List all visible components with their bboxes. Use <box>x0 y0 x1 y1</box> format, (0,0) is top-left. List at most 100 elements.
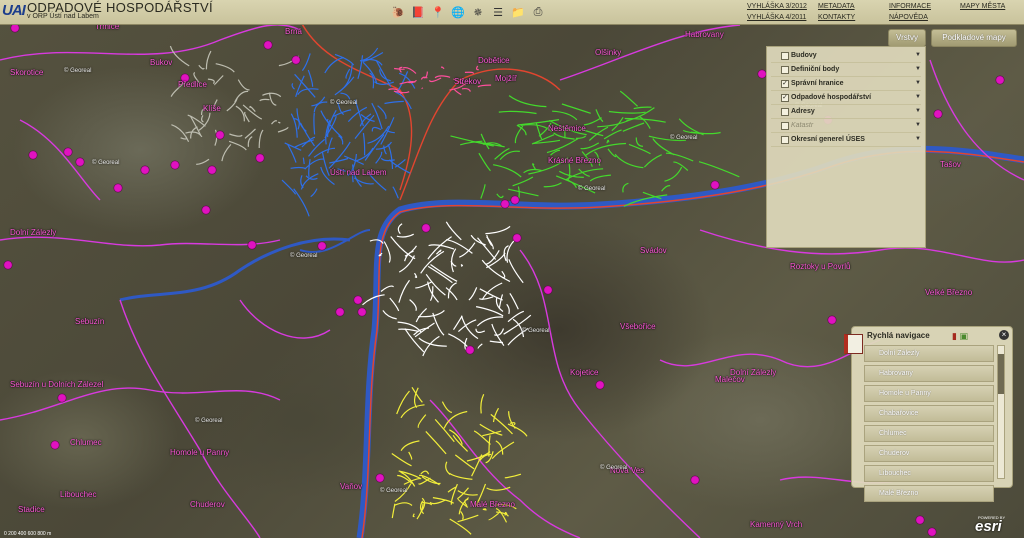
waste-point[interactable] <box>57 393 67 403</box>
street-green <box>498 110 537 115</box>
waste-point[interactable] <box>263 40 273 50</box>
link-vyhlaska-2012[interactable]: VYHLÁŠKA 3/2012 <box>747 1 807 12</box>
waste-point[interactable] <box>353 295 363 305</box>
waste-point[interactable] <box>28 150 38 160</box>
chevron-down-icon[interactable]: ▼ <box>915 133 921 146</box>
waste-point[interactable] <box>3 260 13 270</box>
link-informace[interactable]: INFORMACE <box>889 1 931 12</box>
waste-point[interactable] <box>827 315 837 325</box>
link-mapy-mesta[interactable]: MAPY MĚSTA <box>960 1 1005 12</box>
layer-row[interactable]: ✓ Správní hranice ▼ <box>771 77 921 91</box>
waste-point[interactable] <box>207 165 217 175</box>
waste-point[interactable] <box>915 515 925 525</box>
street-blue <box>338 64 353 93</box>
quicknav-item[interactable]: Chuderov <box>864 445 994 462</box>
link-napoveda[interactable]: NÁPOVĚDA <box>889 12 931 23</box>
layer-checkbox[interactable] <box>781 136 789 144</box>
waste-point[interactable] <box>247 240 257 250</box>
link-vyhlaska-2011[interactable]: VYHLÁŠKA 4/2011 <box>747 12 807 23</box>
street-yellow <box>450 483 458 505</box>
layers-button[interactable]: Vrstvy <box>888 29 926 47</box>
street-white <box>508 259 524 284</box>
print-icon[interactable]: ⎙ <box>530 4 546 20</box>
waste-point[interactable] <box>75 157 85 167</box>
chevron-down-icon[interactable]: ▼ <box>915 119 921 132</box>
waste-point[interactable] <box>995 75 1005 85</box>
snail-icon[interactable]: 🐌 <box>390 4 406 20</box>
waste-point[interactable] <box>375 473 385 483</box>
waste-point[interactable] <box>140 165 150 175</box>
layer-row[interactable]: Budovy ▼ <box>771 49 921 63</box>
street-green <box>665 152 694 162</box>
waste-point[interactable] <box>63 147 73 157</box>
layer-row[interactable]: Adresy ▼ <box>771 105 921 119</box>
waste-point[interactable] <box>500 199 510 209</box>
satellite-icon[interactable]: ✵ <box>470 4 486 20</box>
esri-logo: esri <box>975 518 1002 535</box>
waste-point[interactable] <box>510 195 520 205</box>
chevron-down-icon[interactable]: ▼ <box>915 91 921 104</box>
quicknav-item[interactable]: Dolní Zálezly <box>864 345 994 362</box>
quicknav-item[interactable]: Chabařovice <box>864 405 994 422</box>
basemaps-button[interactable]: Podkladové mapy <box>931 29 1017 47</box>
waste-point[interactable] <box>291 55 301 65</box>
layer-checkbox[interactable] <box>781 52 789 60</box>
waste-point[interactable] <box>933 109 943 119</box>
waste-point[interactable] <box>465 345 475 355</box>
add-bookmark-icon[interactable]: ▣ <box>959 331 968 341</box>
list-icon[interactable]: ☰ <box>490 4 506 20</box>
street-yellow <box>482 508 487 511</box>
waste-point[interactable] <box>317 241 327 251</box>
waste-point[interactable] <box>421 223 431 233</box>
layer-checkbox[interactable] <box>781 108 789 116</box>
chevron-down-icon[interactable]: ▼ <box>915 49 921 62</box>
folder-icon[interactable]: 📁 <box>510 4 526 20</box>
layer-checkbox[interactable]: ✓ <box>781 80 789 88</box>
layer-row[interactable]: Katastr ▼ <box>771 119 921 133</box>
street-white <box>415 307 428 323</box>
place-label: Malečov <box>715 375 745 384</box>
quicknav-item[interactable]: Libouchec <box>864 465 994 482</box>
chevron-down-icon[interactable]: ▼ <box>915 105 921 118</box>
waste-point[interactable] <box>357 307 367 317</box>
close-icon[interactable]: × <box>999 330 1009 340</box>
layer-row[interactable]: Definiční body ▼ <box>771 63 921 77</box>
waste-point[interactable] <box>113 183 123 193</box>
layer-checkbox[interactable] <box>781 122 789 130</box>
quicknav-scrollbar[interactable] <box>997 345 1005 479</box>
quicknav-item[interactable]: Chlumec <box>864 425 994 442</box>
layer-row[interactable]: Okresní generel ÚSES ▼ <box>771 133 921 147</box>
chevron-down-icon[interactable]: ▼ <box>915 63 921 76</box>
gps-icon[interactable]: 🌐 <box>450 4 466 20</box>
waste-point[interactable] <box>927 527 937 537</box>
chevron-down-icon[interactable]: ▼ <box>915 77 921 90</box>
book-icon[interactable]: 📕 <box>410 4 426 20</box>
link-metadata[interactable]: METADATA <box>818 1 855 12</box>
waste-point[interactable] <box>595 380 605 390</box>
map-pin-icon[interactable]: 📍 <box>430 4 446 20</box>
waste-point[interactable] <box>710 180 720 190</box>
layer-checkbox[interactable]: ✓ <box>781 94 789 102</box>
street-gray <box>271 120 278 125</box>
waste-point[interactable] <box>215 130 225 140</box>
waste-point[interactable] <box>757 69 767 79</box>
waste-point[interactable] <box>335 307 345 317</box>
waste-point[interactable] <box>255 153 265 163</box>
bookmark-icon[interactable]: ▮ <box>952 331 957 341</box>
waste-point[interactable] <box>690 475 700 485</box>
waste-point[interactable] <box>50 440 60 450</box>
quicknav-item[interactable]: Habrovany <box>864 365 994 382</box>
waste-point[interactable] <box>543 285 553 295</box>
waste-point[interactable] <box>201 205 211 215</box>
waste-point[interactable] <box>512 233 522 243</box>
waste-point[interactable] <box>170 160 180 170</box>
link-kontakty[interactable]: KONTAKTY <box>818 12 855 23</box>
place-label: Kojetice <box>570 368 599 377</box>
layer-row[interactable]: ✓ Odpadové hospodářství ▼ <box>771 91 921 105</box>
scrollbar-thumb[interactable] <box>998 354 1004 394</box>
quicknav-item[interactable]: Malé Březno <box>864 485 994 502</box>
waste-point[interactable] <box>10 23 20 33</box>
street-green <box>633 106 652 110</box>
quicknav-item[interactable]: Homole u Panny <box>864 385 994 402</box>
layer-checkbox[interactable] <box>781 66 789 74</box>
